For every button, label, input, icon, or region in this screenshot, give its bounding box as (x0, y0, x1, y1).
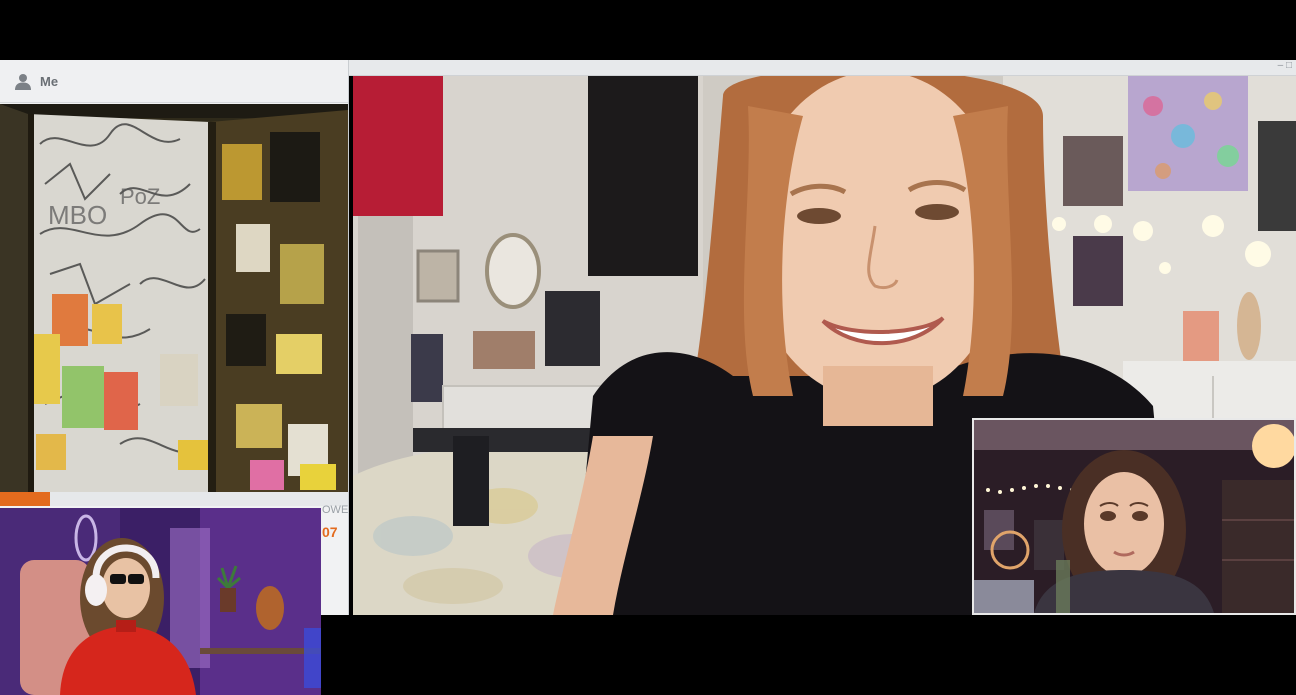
side-panel-number: 07 (322, 524, 338, 540)
video-call-screen: Me MBO PoZ OWE 07 – □ (0, 0, 1296, 695)
progress-bar-fill (0, 492, 51, 506)
progress-bar (0, 492, 348, 506)
person-icon (14, 72, 32, 90)
main-video-titlebar: – □ (349, 60, 1296, 76)
self-view-header: Me (0, 60, 348, 103)
pip-video-feed (972, 418, 1296, 615)
self-video-feed: MBO PoZ (0, 104, 348, 492)
svg-text:PoZ: PoZ (120, 184, 160, 209)
side-panel-text: OWEI (322, 504, 348, 516)
self-view-label: Me (40, 73, 59, 89)
svg-text:MBO: MBO (48, 200, 107, 230)
window-controls[interactable]: – □ (1278, 60, 1292, 71)
streamer-webcam (0, 508, 321, 695)
